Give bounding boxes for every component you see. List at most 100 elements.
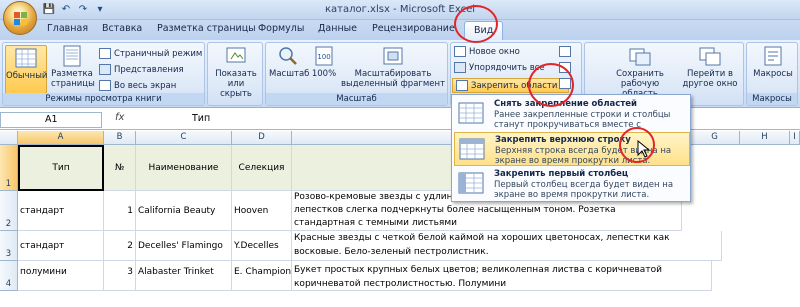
arrange-icon [454, 62, 466, 73]
menu-item-desc: Верхняя строка всегда будет видна на экр… [495, 146, 672, 166]
cell-e4-line2: коричневатой пестролистностью. Полумини [294, 279, 507, 289]
group-zoom: Масштаб 100 100% Масштабировать выделенн… [265, 42, 448, 106]
cell-e4-line1: Букет простых крупных белых цветов; вели… [294, 265, 662, 275]
cell-d2[interactable]: Hooven [232, 191, 292, 231]
custom-views-button[interactable]: Представления [99, 64, 184, 75]
cell-b2[interactable]: 1 [104, 191, 136, 231]
split-button[interactable] [559, 46, 571, 57]
title-bar: 💾 ↶ ↷ ▾ каталог.xlsx - Microsoft Excel [0, 0, 800, 20]
cell-c4[interactable]: Alabaster Trinket [136, 261, 232, 291]
cell-d1[interactable]: Селекция [232, 145, 292, 191]
cell-e2-line2: лепестков слегка подчеркнуты более насыщ… [294, 205, 616, 215]
column-header-g[interactable]: G [690, 131, 740, 145]
column-header-a[interactable]: A [18, 131, 104, 145]
tab-home[interactable]: Главная [47, 23, 88, 34]
ribbon-tabs: Главная Вставка Разметка страницы Формул… [0, 20, 800, 40]
freeze-panes-menu: Снять закрепление областей Ранее закрепл… [451, 94, 691, 202]
zoom-100-button[interactable]: 100 100% [310, 45, 338, 79]
macros-icon [764, 46, 782, 66]
show-hide-button[interactable]: Показать или скрыть [211, 45, 261, 99]
cell-b3[interactable]: 2 [104, 231, 136, 261]
cell-e4[interactable]: Букет простых крупных белых цветов; вели… [292, 261, 712, 291]
page-layout-button[interactable]: Разметка страницы [51, 45, 95, 89]
magnifier-icon [279, 47, 297, 65]
fullscreen-button[interactable]: Во весь экран [99, 80, 176, 91]
menu-item-title: Закрепить верхнюю строку [495, 135, 631, 145]
group-macros: Макросы Макросы [746, 42, 798, 106]
cell-a2[interactable]: стандарт [18, 191, 104, 231]
normal-view-button[interactable]: Обычный [5, 45, 47, 95]
zoom-button[interactable]: Масштаб [269, 45, 309, 79]
cell-c2[interactable]: California Beauty [136, 191, 232, 231]
cell-a1[interactable]: Тип [18, 145, 104, 191]
cell-b1[interactable]: № [104, 145, 136, 191]
tab-review[interactable]: Рецензирование [372, 23, 455, 34]
menu-item-freeze-first-column[interactable]: Закрепить первый столбец Первый столбец … [454, 167, 690, 201]
column-header-i[interactable]: I [790, 131, 800, 145]
page-break-view-button[interactable]: Страничный режим [99, 48, 202, 59]
column-header-h[interactable]: H [740, 131, 790, 145]
menu-item-title: Закрепить первый столбец [494, 169, 629, 179]
cell-c1[interactable]: Наименование [136, 145, 232, 191]
page-layout-icon [63, 45, 81, 67]
new-window-button[interactable]: Новое окно [454, 46, 520, 57]
column-header-b[interactable]: B [104, 131, 136, 145]
arrange-all-button[interactable]: Упорядочить все [454, 62, 545, 73]
menu-item-unfreeze[interactable]: Снять закрепление областей Ранее закрепл… [454, 97, 690, 140]
page-break-icon [99, 48, 111, 59]
row-header-1[interactable]: 1 [0, 145, 18, 191]
zoom-selection-button[interactable]: Масштабировать выделенный фрагмент [340, 45, 446, 89]
cell-e3[interactable]: Красные звезды с четкой белой каймой на … [292, 231, 722, 261]
group-label-zoom: Масштаб [266, 93, 447, 105]
freeze-panes-icon [456, 80, 468, 91]
new-window-icon [454, 46, 466, 57]
custom-views-icon [99, 64, 111, 75]
office-button[interactable] [3, 1, 37, 35]
save-workspace-icon [629, 48, 651, 66]
highlight-circle-view-tab [454, 5, 498, 43]
freeze-first-column-icon [458, 172, 484, 194]
cell-a4[interactable]: полумини [18, 261, 104, 291]
menu-item-freeze-top-row[interactable]: Закрепить верхнюю строку Верхняя строка … [454, 132, 690, 166]
cell-e3-line2: восковые. Бело-зеленый пестролистник. [294, 247, 489, 257]
fx-icon[interactable]: fx [115, 112, 124, 123]
switch-window-button[interactable]: Перейти в другое окно [679, 45, 741, 89]
normal-view-icon [15, 48, 37, 68]
show-hide-icon [226, 47, 246, 63]
group-label-views: Режимы просмотра книги [3, 93, 204, 105]
zoom-selection-icon [383, 47, 403, 65]
tab-page-layout[interactable]: Разметка страницы [157, 23, 256, 34]
group-workbook-views: Обычный Разметка страницы Страничный реж… [2, 42, 205, 106]
freeze-top-row-icon [459, 138, 485, 160]
tab-insert[interactable]: Вставка [102, 23, 142, 34]
menu-item-desc: Первый столбец всегда будет виден на экр… [494, 180, 674, 200]
select-all-corner[interactable] [0, 131, 18, 145]
cell-e3-line1: Красные звезды с четкой белой каймой на … [294, 233, 670, 243]
tab-data[interactable]: Данные [318, 23, 357, 34]
row-header-2[interactable]: 2 [0, 191, 18, 231]
cell-d3[interactable]: Y.Decelles [232, 231, 292, 261]
row-header-3[interactable]: 3 [0, 231, 18, 261]
group-label-macros: Макросы [747, 93, 797, 105]
column-header-d[interactable]: D [232, 131, 292, 145]
cell-b4[interactable]: 3 [104, 261, 136, 291]
highlight-circle-freeze [528, 63, 574, 107]
cell-a3[interactable]: стандарт [18, 231, 104, 261]
tab-formulas[interactable]: Формулы [258, 23, 304, 34]
office-logo-icon [14, 12, 27, 25]
save-workspace-button[interactable]: Сохранить рабочую область [610, 45, 670, 99]
macros-button[interactable]: Макросы [751, 45, 795, 79]
name-box[interactable]: A1 [0, 112, 102, 128]
svg-text:100: 100 [317, 53, 330, 61]
row-header-4[interactable]: 4 [0, 261, 18, 291]
fullscreen-icon [99, 80, 111, 91]
cell-c3[interactable]: Decelles' Flamingo [136, 231, 232, 261]
cell-e2-line3: стандартная с темными листьями [294, 218, 457, 228]
formula-input[interactable]: Тип [192, 113, 210, 124]
column-header-c[interactable]: C [136, 131, 232, 145]
unfreeze-icon [458, 102, 484, 124]
mouse-cursor-icon [637, 140, 651, 158]
zoom-100-icon: 100 [315, 46, 333, 66]
cell-d4[interactable]: E. Champion [232, 261, 292, 291]
switch-window-icon [699, 47, 721, 66]
